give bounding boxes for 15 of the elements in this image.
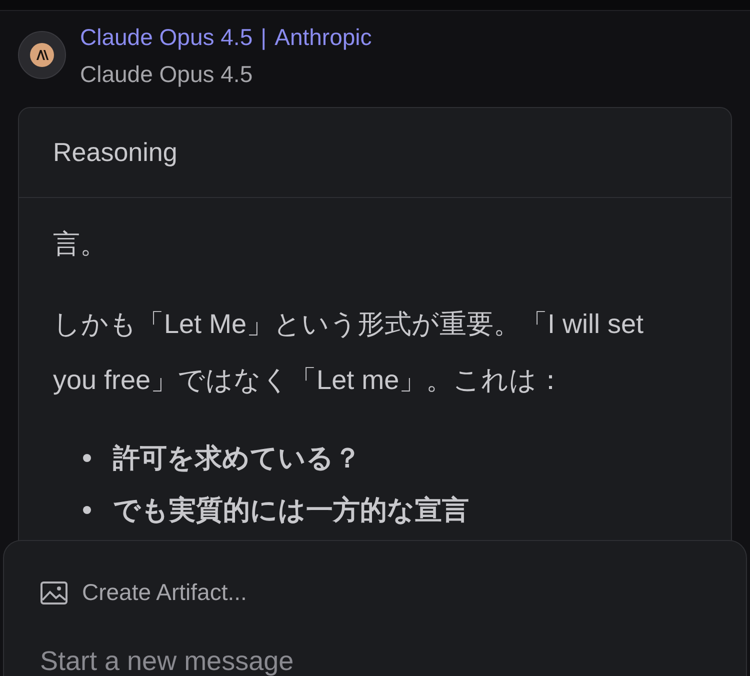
provider-link[interactable]: Anthropic: [274, 24, 372, 51]
model-name: Claude Opus 4.5: [80, 61, 254, 88]
logo-icon: [18, 31, 66, 79]
reasoning-title[interactable]: Reasoning: [53, 137, 178, 168]
list-item: でも実質的には一方的な宣言: [113, 494, 469, 527]
reasoning-paragraph: しかも「Let Me」という形式が重要。「I will set you free」ではなく「Let me」。これは：: [53, 308, 645, 397]
reasoning-paragraph: 言。: [53, 228, 108, 261]
separator: |: [260, 24, 267, 51]
model-link[interactable]: Claude Opus 4.5: [80, 24, 253, 51]
message-input[interactable]: Start a new message: [40, 646, 640, 676]
image-icon: [40, 580, 68, 604]
bullet-icon: [83, 454, 91, 462]
bullet-icon: [83, 506, 91, 514]
create-artifact-button[interactable]: Create Artifact...: [40, 579, 247, 606]
list-item: 許可を求めている？: [113, 442, 361, 475]
